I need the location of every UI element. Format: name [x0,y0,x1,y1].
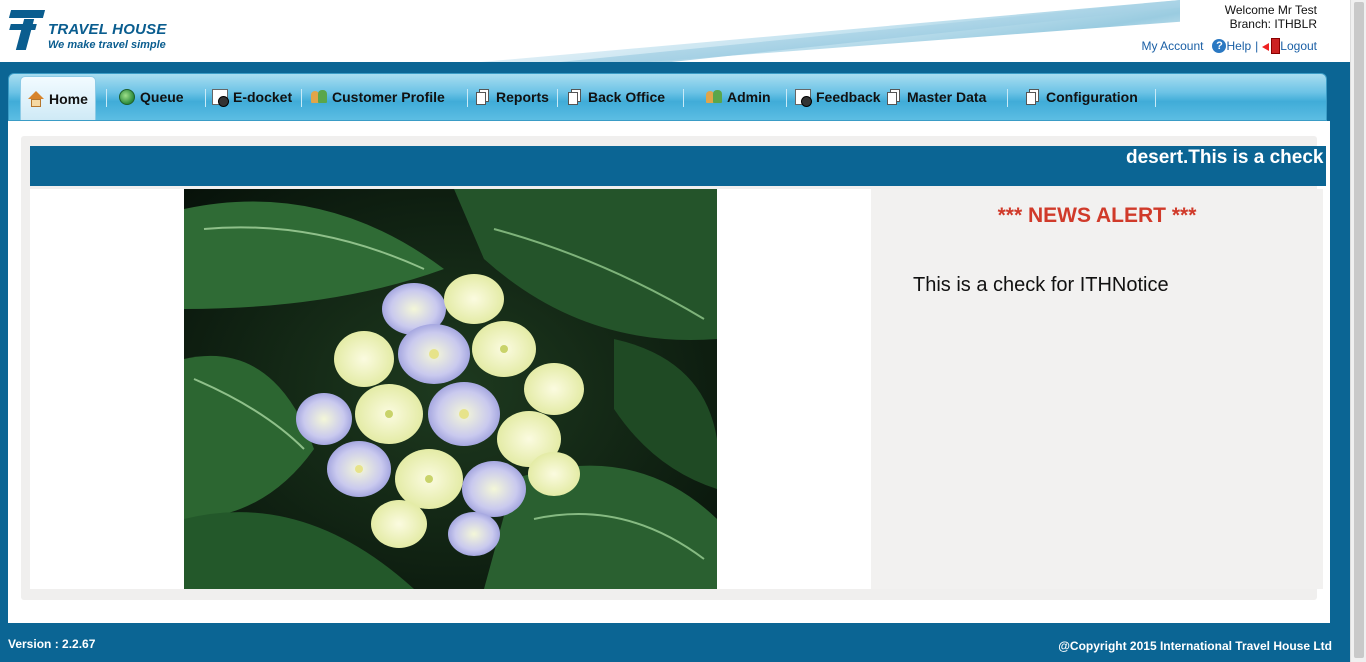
nav-label: Admin [727,89,771,105]
news-alert-body: This is a check for ITHNotice [913,274,1169,296]
brand-logo[interactable]: TRAVEL HOUSE We make travel simple [8,10,167,51]
marquee-text: desert.This is a check [1126,147,1324,168]
app-header: TRAVEL HOUSE We make travel simple Welco… [0,0,1350,62]
branch-text: Branch: ITHBLR [1229,17,1317,31]
nav-divider [786,89,787,107]
home-icon [28,90,44,107]
nav-label: Configuration [1046,89,1138,105]
brand-tagline: We make travel simple [48,39,166,51]
pages-icon [886,89,902,105]
people-icon [311,89,327,105]
user-info: Welcome Mr Test Branch: ITHBLR [1225,3,1317,31]
logo-mark-icon [8,10,46,50]
content-panel: desert.This is a check *** NEWS ALERT **… [8,121,1330,623]
pages-icon [1025,89,1041,105]
image-area [30,189,872,589]
nav-divider [1007,89,1008,107]
nav-item-admin[interactable]: Admin [706,74,771,120]
nav-divider [683,89,684,107]
nav-divider [106,89,107,107]
flower-image [184,189,717,589]
nav-label: Home [49,90,88,107]
nav-item-feedback[interactable]: Feedback [795,74,881,120]
my-account-link[interactable]: My Account [1141,39,1203,53]
nav-item-reports[interactable]: Reports [475,74,549,120]
nav-label: Queue [140,89,184,105]
nav-item-home[interactable]: Home [20,76,96,120]
document-icon [795,89,812,107]
nav-item-edocket[interactable]: E-docket [212,74,292,120]
page-scrollbar[interactable] [1350,0,1366,662]
nav-divider [1155,89,1156,107]
nav-label: Reports [496,89,549,105]
nav-label: Back Office [588,89,666,105]
pages-icon [567,89,583,105]
document-icon [212,89,229,107]
top-links: My Account ? Help | Logout [1141,38,1317,54]
help-link[interactable]: Help [1226,39,1251,53]
version-text: Version : 2.2.67 [8,637,96,651]
copyright-text: @Copyright 2015 International Travel Hou… [1058,639,1332,653]
nav-item-master-data[interactable]: Master Data [886,74,986,120]
nav-item-queue[interactable]: Queue [119,74,184,120]
header-decoration-2 [560,0,1180,62]
logout-icon[interactable] [1262,38,1281,54]
nav-label: E-docket [233,89,293,105]
nav-divider [467,89,468,107]
nav-item-configuration[interactable]: Configuration [1025,74,1138,120]
globe-icon [119,89,135,105]
help-icon[interactable]: ? [1212,39,1227,53]
nav-divider [301,89,302,107]
main-nav: Home Queue E-docket Customer Profile Rep… [8,73,1327,121]
scrollbar-thumb[interactable] [1354,2,1364,658]
logout-link[interactable]: Logout [1280,39,1317,53]
brand-name: TRAVEL HOUSE [48,21,167,38]
nav-label: Feedback [816,89,881,105]
news-alert-title: *** NEWS ALERT *** [997,204,1197,227]
nav-divider [205,89,206,107]
people-icon [706,89,722,105]
nav-divider [557,89,558,107]
nav-label: Customer Profile [332,89,445,105]
nav-label: Master Data [907,89,987,105]
nav-item-back-office[interactable]: Back Office [567,74,665,120]
link-separator: | [1255,39,1259,53]
news-alert-panel: *** NEWS ALERT *** This is a check for I… [871,189,1323,589]
nav-item-customer-profile[interactable]: Customer Profile [311,74,445,120]
marquee-bar: desert.This is a check [30,146,1326,186]
header-decoration [480,0,1180,62]
pages-icon [475,89,491,105]
welcome-text: Welcome Mr Test [1224,3,1317,17]
